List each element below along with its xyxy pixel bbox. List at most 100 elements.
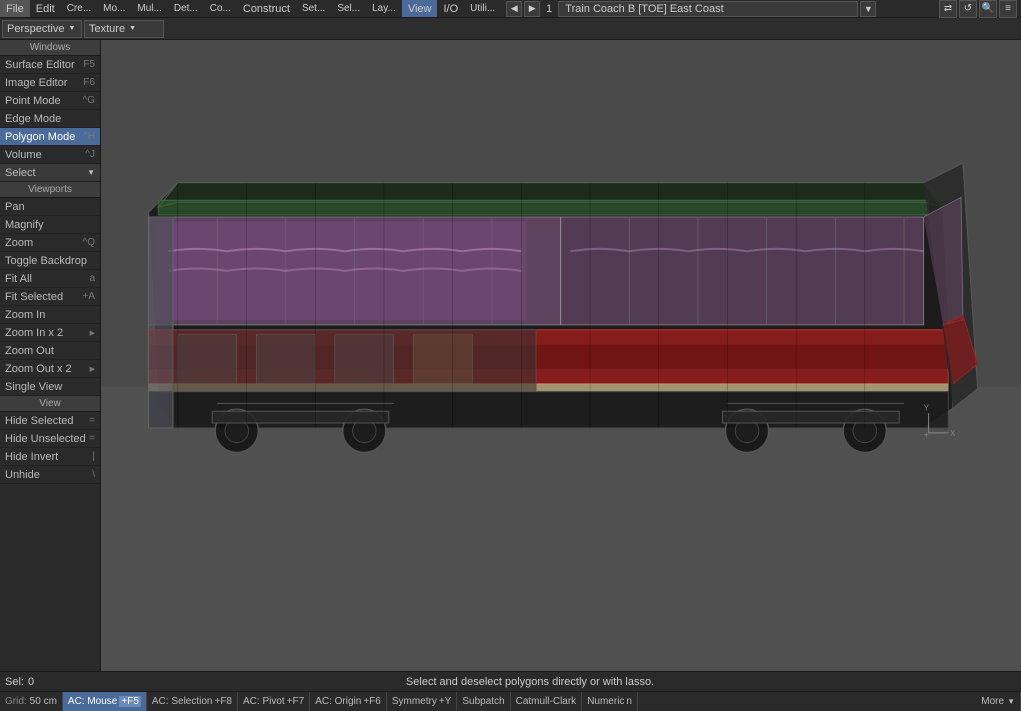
- ac-mouse-item[interactable]: AC: Mouse +F5: [63, 692, 147, 711]
- nav-next-btn[interactable]: ▶: [524, 1, 540, 17]
- menu-io[interactable]: I/O: [437, 0, 464, 17]
- zoom-out-label: Zoom Out: [5, 345, 54, 357]
- menu-file[interactable]: File: [0, 0, 30, 17]
- hide-unselected-item[interactable]: Hide Unselected =: [0, 430, 100, 448]
- zoom-out-item[interactable]: Zoom Out: [0, 342, 100, 360]
- status-bar: Sel: 0 Select and deselect polygons dire…: [0, 671, 1021, 691]
- numeric-key: n: [626, 696, 632, 707]
- image-editor-shortcut: F6: [83, 77, 95, 88]
- svg-text:X: X: [951, 429, 957, 438]
- fit-selected-item[interactable]: Fit Selected +A: [0, 288, 100, 306]
- numeric-label: Numeric: [587, 696, 624, 707]
- viewport-3d[interactable]: + X Y: [101, 40, 1021, 671]
- polygon-mode-shortcut: ^H: [83, 131, 95, 142]
- icon-move[interactable]: ⇄: [939, 0, 957, 18]
- unhide-item[interactable]: Unhide \: [0, 466, 100, 484]
- menu-layout[interactable]: Lay...: [366, 0, 402, 17]
- zoom-out-x2-label: Zoom Out x 2: [5, 363, 72, 375]
- point-mode-label: Point Mode: [5, 95, 61, 107]
- menu-setup[interactable]: Set...: [296, 0, 331, 17]
- more-item[interactable]: More ▼: [976, 692, 1021, 711]
- surface-editor-label: Surface Editor: [5, 59, 75, 71]
- single-view-item[interactable]: Single View: [0, 378, 100, 396]
- hide-unselected-label: Hide Unselected: [5, 433, 86, 445]
- edge-mode-item[interactable]: Edge Mode: [0, 110, 100, 128]
- polygon-mode-label: Polygon Mode: [5, 131, 75, 143]
- icon-zoom[interactable]: 🔍: [979, 0, 997, 18]
- grid-value: 50 cm: [30, 696, 57, 707]
- more-dropdown-icon: ▼: [1007, 697, 1015, 706]
- pan-item[interactable]: Pan: [0, 198, 100, 216]
- ac-selection-label: AC: Selection: [152, 696, 213, 707]
- icon-menu[interactable]: ≡: [999, 0, 1017, 18]
- title-dropdown-btn[interactable]: ▼: [860, 1, 876, 17]
- subpatch-label: Subpatch: [462, 696, 504, 707]
- texture-dropdown[interactable]: Texture: [84, 20, 164, 38]
- catmull-label: Catmull-Clark: [516, 696, 577, 707]
- zoom-in-x2-item[interactable]: Zoom In x 2: [0, 324, 100, 342]
- magnify-label: Magnify: [5, 219, 44, 231]
- menu-modify[interactable]: Mo...: [97, 0, 131, 17]
- surface-editor-item[interactable]: Surface Editor F5: [0, 56, 100, 74]
- menu-utilities[interactable]: Utili...: [464, 0, 501, 17]
- fit-all-item[interactable]: Fit All a: [0, 270, 100, 288]
- nav-prev-btn[interactable]: ◀: [506, 1, 522, 17]
- fit-selected-shortcut: +A: [82, 291, 95, 302]
- menu-detail[interactable]: Det...: [168, 0, 204, 17]
- main-layout: Windows Surface Editor F5 Image Editor F…: [0, 40, 1021, 671]
- numeric-item[interactable]: Numeric n: [582, 692, 638, 711]
- ac-selection-item[interactable]: AC: Selection +F8: [147, 692, 238, 711]
- fit-all-label: Fit All: [5, 273, 32, 285]
- ac-pivot-item[interactable]: AC: Pivot +F7: [238, 692, 310, 711]
- image-editor-item[interactable]: Image Editor F6: [0, 74, 100, 92]
- select-label: Select: [5, 167, 36, 179]
- magnify-item[interactable]: Magnify: [0, 216, 100, 234]
- menu-construct[interactable]: Co...: [204, 0, 237, 17]
- polygon-mode-item[interactable]: Polygon Mode ^H: [0, 128, 100, 146]
- volume-item[interactable]: Volume ^J: [0, 146, 100, 164]
- toggle-backdrop-item[interactable]: Toggle Backdrop: [0, 252, 100, 270]
- title-display: Train Coach B [TOE] East Coast: [558, 1, 858, 17]
- hide-unselected-shortcut: =: [89, 433, 95, 444]
- symmetry-item[interactable]: Symmetry +Y: [387, 692, 458, 711]
- zoom-item[interactable]: Zoom ^Q: [0, 234, 100, 252]
- ac-mouse-label: AC: Mouse: [68, 696, 117, 707]
- point-mode-item[interactable]: Point Mode ^G: [0, 92, 100, 110]
- train-wireframe: + X Y: [119, 103, 1002, 576]
- toggle-backdrop-label: Toggle Backdrop: [5, 255, 87, 267]
- ac-origin-item[interactable]: AC: Origin +F6: [310, 692, 387, 711]
- hide-selected-item[interactable]: Hide Selected =: [0, 412, 100, 430]
- catmull-item[interactable]: Catmull-Clark: [511, 692, 583, 711]
- symmetry-key: +Y: [439, 696, 452, 707]
- edge-mode-label: Edge Mode: [5, 113, 61, 125]
- select-dropdown[interactable]: Select ▼: [0, 164, 100, 182]
- zoom-out-x2-item[interactable]: Zoom Out x 2: [0, 360, 100, 378]
- menu-view[interactable]: View: [402, 0, 438, 17]
- menu-map[interactable]: Construct: [237, 0, 296, 17]
- unhide-label: Unhide: [5, 469, 40, 481]
- zoom-shortcut: ^Q: [83, 237, 95, 248]
- fit-selected-label: Fit Selected: [5, 291, 63, 303]
- zoom-in-item[interactable]: Zoom In: [0, 306, 100, 324]
- frame-number: 1: [542, 3, 556, 15]
- symmetry-label: Symmetry: [392, 696, 437, 707]
- menu-bar: File Edit Cre... Mo... Mul... Det... Co.…: [0, 0, 1021, 18]
- more-label: More: [981, 696, 1004, 707]
- ac-pivot-key: +F7: [287, 696, 305, 707]
- status-message: Select and deselect polygons directly or…: [44, 676, 1016, 688]
- sel-label: Sel:: [5, 676, 24, 688]
- icon-rotate[interactable]: ↺: [959, 0, 977, 18]
- menu-create[interactable]: Cre...: [61, 0, 97, 17]
- hide-invert-label: Hide Invert: [5, 451, 58, 463]
- hide-invert-item[interactable]: Hide Invert |: [0, 448, 100, 466]
- ac-origin-label: AC: Origin: [315, 696, 361, 707]
- zoom-in-x2-label: Zoom In x 2: [5, 327, 63, 339]
- subpatch-item[interactable]: Subpatch: [457, 692, 510, 711]
- toolbar-row: Perspective Texture: [0, 18, 1021, 40]
- grid-label: Grid:: [5, 696, 27, 707]
- perspective-dropdown[interactable]: Perspective: [2, 20, 82, 38]
- menu-multiply[interactable]: Mul...: [131, 0, 167, 17]
- menu-selection[interactable]: Sel...: [331, 0, 366, 17]
- single-view-label: Single View: [5, 381, 62, 393]
- menu-edit[interactable]: Edit: [30, 0, 61, 17]
